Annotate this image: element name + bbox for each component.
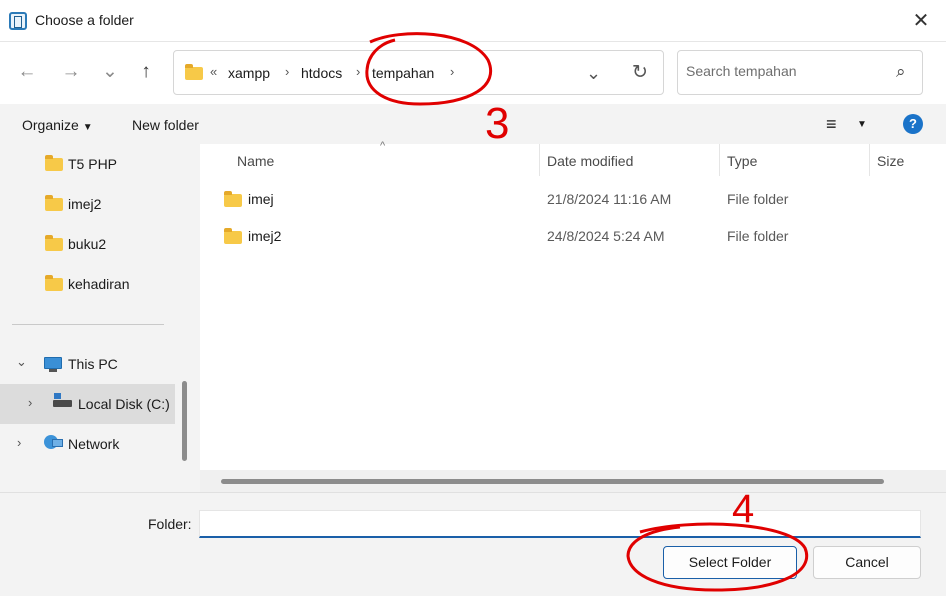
folder-field-label: Folder:	[148, 516, 192, 532]
cancel-button[interactable]: Cancel	[813, 546, 921, 579]
folder-icon	[45, 275, 63, 291]
column-separator[interactable]	[719, 144, 720, 176]
tree-item-buku2[interactable]: buku2	[0, 224, 175, 264]
command-bar: Organize ▼ New folder ≡ ▼ ?	[0, 104, 946, 144]
folder-icon	[45, 155, 63, 171]
select-folder-button[interactable]: Select Folder	[663, 546, 797, 579]
search-box[interactable]: ⌕	[677, 50, 923, 95]
caret-down-icon: ▼	[82, 122, 93, 133]
tree-item-this-pc[interactable]: ⌄ This PC	[0, 344, 175, 384]
navigation-bar: ← → ⌄ ↑ « xampp › htdocs › tempahan › ⌄ …	[0, 42, 946, 104]
file-row[interactable]: imej 21/8/2024 11:16 AM File folder	[200, 182, 946, 218]
file-type: File folder	[727, 228, 789, 244]
file-row[interactable]: imej2 24/8/2024 5:24 AM File folder	[200, 219, 946, 255]
file-date-modified: 21/8/2024 11:16 AM	[547, 191, 672, 207]
tree-item-kehadiran[interactable]: kehadiran	[0, 264, 175, 304]
file-name: imej	[248, 191, 274, 207]
app-icon	[9, 12, 27, 30]
collapsed-chevron-icon[interactable]: ›	[28, 395, 32, 410]
breadcrumb-separator-icon[interactable]: ›	[450, 64, 454, 79]
help-icon[interactable]: ?	[903, 114, 923, 134]
tree-item-imej2[interactable]: imej2	[0, 184, 175, 224]
folder-input[interactable]	[199, 510, 921, 538]
tree-item-t5-php[interactable]: T5 PHP	[0, 144, 175, 184]
address-dropdown-icon[interactable]: ⌄	[586, 63, 601, 84]
monitor-stand	[49, 369, 57, 372]
file-list: ^ Name Date modified Type Size imej 21/8…	[200, 140, 946, 492]
collapsed-chevron-icon[interactable]: ›	[17, 435, 21, 450]
column-separator[interactable]	[869, 144, 870, 176]
tree-item-local-disk-c[interactable]: › Local Disk (C:)	[0, 384, 175, 424]
file-type: File folder	[727, 191, 789, 207]
organize-label: Organize	[22, 117, 79, 133]
tree-item-label: T5 PHP	[68, 156, 118, 172]
tree-item-label: imej2	[68, 196, 102, 212]
tree-item-label: Network	[68, 436, 120, 452]
breadcrumb-xampp[interactable]: xampp	[228, 65, 270, 81]
folder-icon	[224, 228, 242, 244]
column-header-type[interactable]: Type	[727, 153, 757, 169]
close-icon[interactable]: ✕	[906, 6, 936, 36]
title-bar: Choose a folder ✕	[0, 0, 946, 42]
back-icon[interactable]: ←	[12, 57, 42, 87]
folder-icon	[45, 235, 63, 251]
breadcrumb-tempahan[interactable]: tempahan	[372, 65, 434, 81]
folder-icon	[185, 64, 203, 80]
folder-icon	[224, 191, 242, 207]
recent-locations-chevron-icon[interactable]: ⌄	[95, 57, 125, 87]
tree-item-label: kehadiran	[68, 276, 130, 292]
column-header-date-modified[interactable]: Date modified	[547, 153, 633, 169]
file-date-modified: 24/8/2024 5:24 AM	[547, 228, 665, 244]
view-options-icon[interactable]: ≡	[826, 114, 837, 135]
organize-button[interactable]: Organize ▼	[22, 117, 93, 133]
drive-icon	[53, 400, 72, 407]
tree-item-label: buku2	[68, 236, 107, 252]
column-header-name[interactable]: Name	[237, 153, 274, 169]
window-title: Choose a folder	[35, 12, 134, 28]
tree-item-label: This PC	[68, 356, 118, 372]
tree-item-label: Local Disk (C:)	[78, 396, 170, 412]
view-dropdown-icon[interactable]: ▼	[857, 119, 867, 130]
sort-ascending-icon: ^	[380, 140, 386, 152]
refresh-icon[interactable]: ↻	[632, 61, 648, 84]
breadcrumb-separator-icon[interactable]: ›	[356, 64, 360, 79]
forward-icon[interactable]: →	[56, 57, 86, 87]
overflow-chevron-icon[interactable]: «	[210, 64, 217, 79]
column-separator[interactable]	[539, 144, 540, 176]
search-icon[interactable]: ⌕	[896, 62, 906, 82]
up-icon[interactable]: ↑	[131, 57, 161, 87]
network-monitor	[52, 439, 63, 447]
search-input[interactable]	[686, 63, 881, 79]
tree-item-network[interactable]: › Network	[0, 424, 175, 464]
monitor-icon	[44, 357, 62, 369]
navigation-scrollbar[interactable]	[182, 381, 187, 461]
dialog-footer: Folder: Select Folder Cancel	[0, 492, 946, 596]
column-header-size[interactable]: Size	[877, 153, 904, 169]
expanded-chevron-icon[interactable]: ⌄	[16, 354, 27, 370]
new-folder-button[interactable]: New folder	[132, 117, 199, 133]
navigation-pane: T5 PHP imej2 buku2 kehadiran ⌄ This PC ›…	[0, 144, 193, 492]
file-name: imej2	[248, 228, 282, 244]
breadcrumb-htdocs[interactable]: htdocs	[301, 65, 342, 81]
breadcrumb-separator-icon[interactable]: ›	[285, 64, 289, 79]
horizontal-scrollbar-thumb[interactable]	[221, 479, 884, 484]
pane-divider	[12, 324, 164, 325]
address-bar[interactable]: « xampp › htdocs › tempahan › ⌄ ↻	[173, 50, 664, 95]
folder-icon	[45, 195, 63, 211]
windows-logo-icon	[54, 393, 61, 399]
